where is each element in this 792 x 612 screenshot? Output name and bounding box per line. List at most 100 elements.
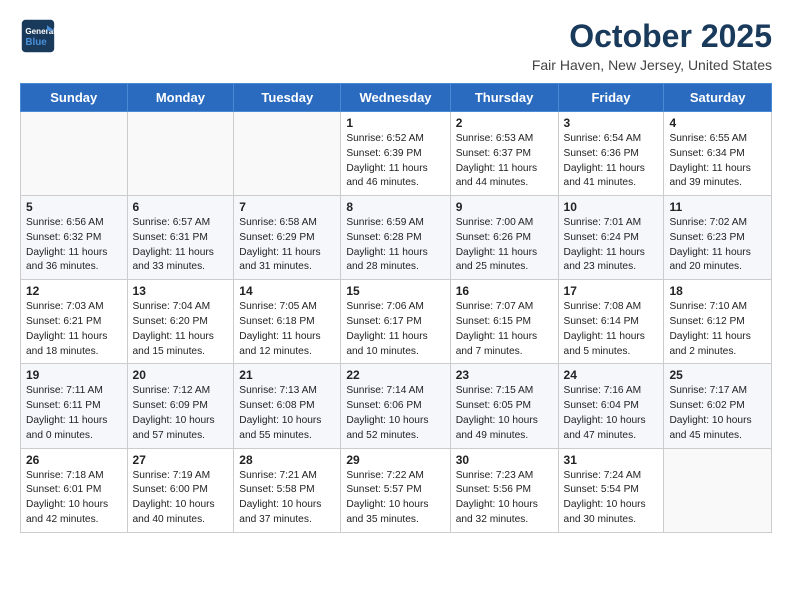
day-info: Sunrise: 7:05 AM Sunset: 6:18 PM Dayligh… — [239, 300, 335, 359]
calendar-day-7: 7Sunrise: 6:58 AM Sunset: 6:29 PM Daylig… — [234, 196, 341, 280]
day-number: 21 — [239, 368, 335, 382]
day-number: 24 — [564, 368, 659, 382]
day-info: Sunrise: 7:04 AM Sunset: 6:20 PM Dayligh… — [133, 300, 229, 359]
calendar-day-19: 19Sunrise: 7:11 AM Sunset: 6:11 PM Dayli… — [21, 364, 128, 448]
day-number: 1 — [346, 116, 444, 130]
calendar-week-row: 1Sunrise: 6:52 AM Sunset: 6:39 PM Daylig… — [21, 112, 772, 196]
day-number: 12 — [26, 284, 122, 298]
calendar-day-29: 29 Sunrise: 7:22 AM Sunset: 5:57 PM Dayli… — [341, 448, 450, 532]
day-header-thursday: Thursday — [450, 84, 558, 112]
calendar-day-26: 26 Sunrise: 7:18 AM Sunset: 6:01 PM Dayli… — [21, 448, 128, 532]
day-info: Sunrise: 7:02 AM Sunset: 6:23 PM Dayligh… — [669, 216, 766, 275]
day-info: Sunrise: 7:18 AM Sunset: 6:01 PM Dayligh… — [26, 469, 122, 528]
day-number: 26 — [26, 453, 122, 467]
day-header-wednesday: Wednesday — [341, 84, 450, 112]
day-info: Sunrise: 7:06 AM Sunset: 6:17 PM Dayligh… — [346, 300, 444, 359]
day-number: 16 — [456, 284, 553, 298]
day-info: Sunrise: 6:55 AM Sunset: 6:34 PM Dayligh… — [669, 132, 766, 191]
calendar-day-16: 16 Sunrise: 7:07 AM Sunset: 6:15 PM Dayli… — [450, 280, 558, 364]
day-info: Sunrise: 7:11 AM Sunset: 6:11 PM Dayligh… — [26, 384, 122, 443]
empty-cell — [664, 448, 772, 532]
calendar-week-row: 19Sunrise: 7:11 AM Sunset: 6:11 PM Dayli… — [21, 364, 772, 448]
day-info: Sunrise: 7:19 AM Sunset: 6:00 PM Dayligh… — [133, 469, 229, 528]
day-info: Sunrise: 7:07 AM Sunset: 6:15 PM Dayligh… — [456, 300, 553, 359]
calendar-day-12: 12 Sunrise: 7:03 AM Sunset: 6:21 PM Dayli… — [21, 280, 128, 364]
calendar-table: SundayMondayTuesdayWednesdayThursdayFrid… — [20, 83, 772, 533]
calendar-week-row: 5 Sunrise: 6:56 AM Sunset: 6:32 PM Daylig… — [21, 196, 772, 280]
day-header-tuesday: Tuesday — [234, 84, 341, 112]
calendar-day-18: 18 Sunrise: 7:10 AM Sunset: 6:12 PM Dayli… — [664, 280, 772, 364]
day-number: 13 — [133, 284, 229, 298]
calendar-day-21: 21 Sunrise: 7:13 AM Sunset: 6:08 PM Dayli… — [234, 364, 341, 448]
title-area: October 2025 Fair Haven, New Jersey, Uni… — [532, 18, 772, 73]
day-number: 28 — [239, 453, 335, 467]
empty-cell — [234, 112, 341, 196]
day-info: Sunrise: 7:12 AM Sunset: 6:09 PM Dayligh… — [133, 384, 229, 443]
day-header-sunday: Sunday — [21, 84, 128, 112]
day-number: 6 — [133, 200, 229, 214]
calendar-day-4: 4 Sunrise: 6:55 AM Sunset: 6:34 PM Daylig… — [664, 112, 772, 196]
calendar-day-13: 13 Sunrise: 7:04 AM Sunset: 6:20 PM Dayli… — [127, 280, 234, 364]
header-row: SundayMondayTuesdayWednesdayThursdayFrid… — [21, 84, 772, 112]
calendar-day-23: 23 Sunrise: 7:15 AM Sunset: 6:05 PM Dayli… — [450, 364, 558, 448]
day-info: Sunrise: 7:08 AM Sunset: 6:14 PM Dayligh… — [564, 300, 659, 359]
calendar-day-28: 28 Sunrise: 7:21 AM Sunset: 5:58 PM Dayli… — [234, 448, 341, 532]
day-info: Sunrise: 7:15 AM Sunset: 6:05 PM Dayligh… — [456, 384, 553, 443]
day-number: 3 — [564, 116, 659, 130]
calendar-day-11: 11 Sunrise: 7:02 AM Sunset: 6:23 PM Dayli… — [664, 196, 772, 280]
day-number: 27 — [133, 453, 229, 467]
day-info: Sunrise: 7:10 AM Sunset: 6:12 PM Dayligh… — [669, 300, 766, 359]
calendar-day-31: 31 Sunrise: 7:24 AM Sunset: 5:54 PM Dayli… — [558, 448, 664, 532]
month-title: October 2025 — [532, 18, 772, 55]
day-number: 22 — [346, 368, 444, 382]
header: General Blue October 2025 Fair Haven, Ne… — [20, 18, 772, 73]
day-info: Sunrise: 6:53 AM Sunset: 6:37 PM Dayligh… — [456, 132, 553, 191]
calendar-day-9: 9 Sunrise: 7:00 AM Sunset: 6:26 PM Daylig… — [450, 196, 558, 280]
empty-cell — [21, 112, 128, 196]
day-number: 31 — [564, 453, 659, 467]
day-number: 9 — [456, 200, 553, 214]
day-info: Sunrise: 6:54 AM Sunset: 6:36 PM Dayligh… — [564, 132, 659, 191]
day-header-saturday: Saturday — [664, 84, 772, 112]
day-number: 4 — [669, 116, 766, 130]
logo-icon: General Blue — [20, 18, 56, 54]
logo: General Blue — [20, 18, 56, 54]
calendar-day-6: 6 Sunrise: 6:57 AM Sunset: 6:31 PM Daylig… — [127, 196, 234, 280]
day-number: 15 — [346, 284, 444, 298]
day-info: Sunrise: 7:01 AM Sunset: 6:24 PM Dayligh… — [564, 216, 659, 275]
day-info: Sunrise: 7:22 AM Sunset: 5:57 PM Dayligh… — [346, 469, 444, 528]
day-header-friday: Friday — [558, 84, 664, 112]
day-number: 29 — [346, 453, 444, 467]
empty-cell — [127, 112, 234, 196]
day-number: 25 — [669, 368, 766, 382]
day-info: Sunrise: 7:17 AM Sunset: 6:02 PM Dayligh… — [669, 384, 766, 443]
day-number: 23 — [456, 368, 553, 382]
calendar-day-24: 24 Sunrise: 7:16 AM Sunset: 6:04 PM Dayli… — [558, 364, 664, 448]
day-header-monday: Monday — [127, 84, 234, 112]
calendar-day-15: 15 Sunrise: 7:06 AM Sunset: 6:17 PM Dayli… — [341, 280, 450, 364]
calendar-day-30: 30Sunrise: 7:23 AM Sunset: 5:56 PM Dayli… — [450, 448, 558, 532]
day-info: Sunrise: 7:03 AM Sunset: 6:21 PM Dayligh… — [26, 300, 122, 359]
day-info: Sunrise: 7:13 AM Sunset: 6:08 PM Dayligh… — [239, 384, 335, 443]
calendar-day-10: 10 Sunrise: 7:01 AM Sunset: 6:24 PM Dayli… — [558, 196, 664, 280]
day-info: Sunrise: 7:21 AM Sunset: 5:58 PM Dayligh… — [239, 469, 335, 528]
day-number: 18 — [669, 284, 766, 298]
day-info: Sunrise: 7:16 AM Sunset: 6:04 PM Dayligh… — [564, 384, 659, 443]
calendar-day-3: 3 Sunrise: 6:54 AM Sunset: 6:36 PM Daylig… — [558, 112, 664, 196]
calendar-day-22: 22Sunrise: 7:14 AM Sunset: 6:06 PM Dayli… — [341, 364, 450, 448]
day-info: Sunrise: 7:00 AM Sunset: 6:26 PM Dayligh… — [456, 216, 553, 275]
day-info: Sunrise: 6:59 AM Sunset: 6:28 PM Dayligh… — [346, 216, 444, 275]
day-number: 5 — [26, 200, 122, 214]
day-info: Sunrise: 6:57 AM Sunset: 6:31 PM Dayligh… — [133, 216, 229, 275]
calendar-day-27: 27 Sunrise: 7:19 AM Sunset: 6:00 PM Dayli… — [127, 448, 234, 532]
calendar-week-row: 26 Sunrise: 7:18 AM Sunset: 6:01 PM Dayli… — [21, 448, 772, 532]
calendar-day-20: 20 Sunrise: 7:12 AM Sunset: 6:09 PM Dayli… — [127, 364, 234, 448]
day-info: Sunrise: 7:24 AM Sunset: 5:54 PM Dayligh… — [564, 469, 659, 528]
day-number: 11 — [669, 200, 766, 214]
location: Fair Haven, New Jersey, United States — [532, 57, 772, 73]
calendar-day-17: 17Sunrise: 7:08 AM Sunset: 6:14 PM Dayli… — [558, 280, 664, 364]
day-number: 10 — [564, 200, 659, 214]
day-info: Sunrise: 6:56 AM Sunset: 6:32 PM Dayligh… — [26, 216, 122, 275]
svg-text:Blue: Blue — [25, 37, 47, 48]
day-number: 20 — [133, 368, 229, 382]
